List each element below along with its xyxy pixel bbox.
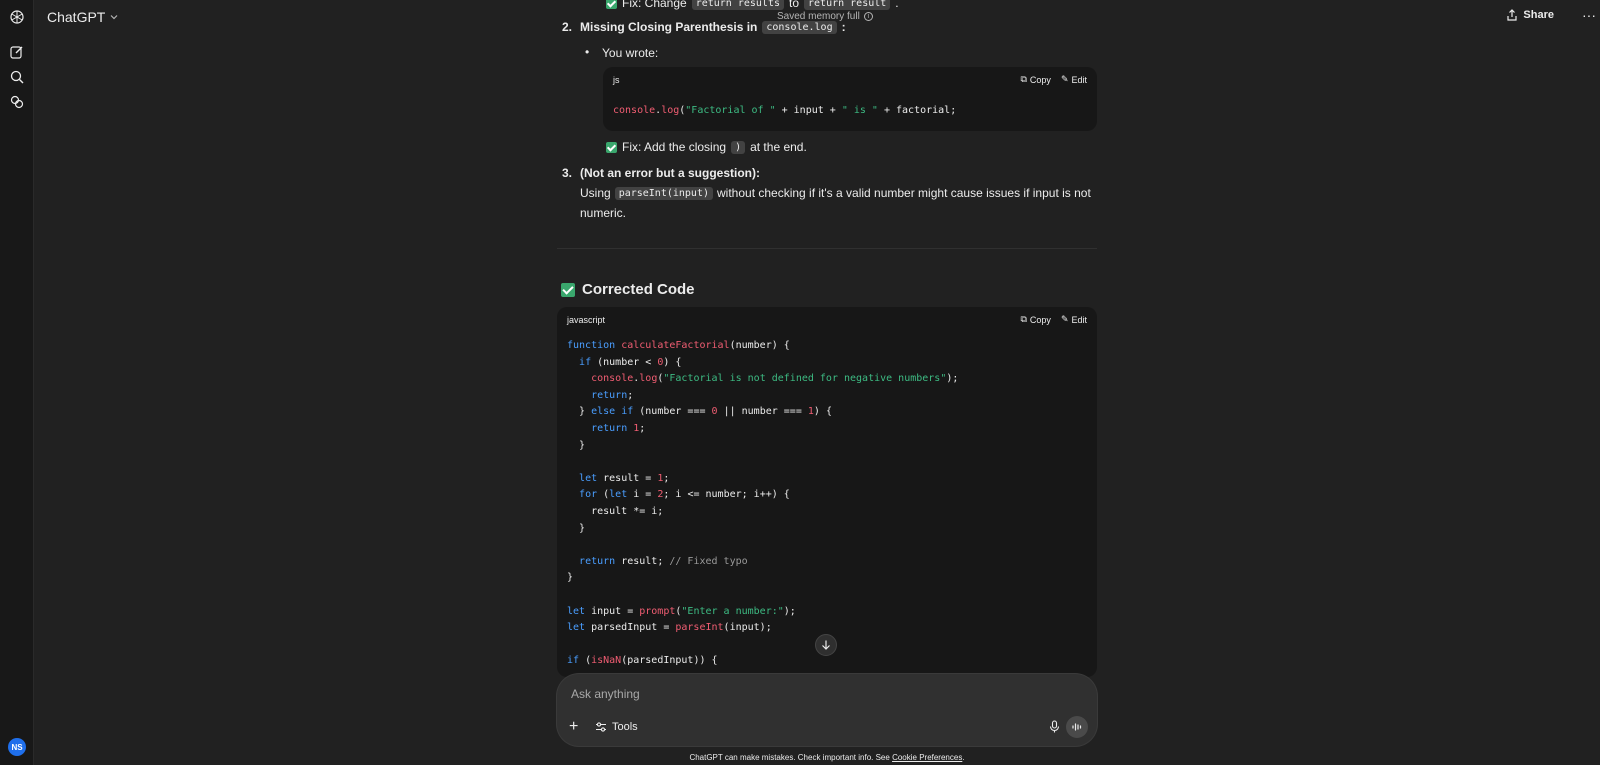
item3-line2: numeric.: [580, 206, 627, 220]
fix2-suffix: at the end.: [750, 140, 807, 154]
model-selector[interactable]: ChatGPT: [47, 9, 119, 25]
info-icon: i: [863, 12, 873, 21]
left-rail: NS: [0, 0, 34, 765]
section-title: Corrected Code: [582, 281, 695, 298]
list-number-3: 3.: [562, 166, 573, 180]
item2-heading: Missing Closing Parenthesis in console.l…: [580, 20, 846, 34]
tools-button[interactable]: Tools: [595, 721, 638, 733]
inline-code: return result: [804, 0, 891, 10]
copy-button[interactable]: ⧉ Copy: [1020, 314, 1050, 325]
waveform-icon: [1072, 723, 1082, 731]
item3-post: without checking if it's a valid number …: [717, 186, 1091, 200]
section-heading: Corrected Code: [561, 281, 695, 298]
list-number-2: 2.: [562, 20, 573, 34]
fix1-end: .: [895, 0, 899, 10]
code-actions: ⧉ Copy ✎ Edit: [1020, 314, 1087, 325]
copy-icon: ⧉: [1020, 314, 1027, 324]
check-icon: [606, 141, 617, 153]
tools-label: Tools: [612, 721, 638, 733]
app-title: ChatGPT: [47, 9, 106, 25]
share-label: Share: [1523, 9, 1554, 21]
code-header: js ⧉ Copy ✎ Edit: [603, 67, 1097, 93]
check-icon: [561, 282, 575, 297]
share-button[interactable]: Share: [1506, 9, 1554, 21]
scroll-down-button[interactable]: [815, 634, 837, 656]
disclaimer-text: ChatGPT can make mistakes. Check importa…: [689, 753, 890, 762]
item3-title: (Not an error but a suggestion):: [580, 166, 760, 180]
inline-code: ): [731, 140, 746, 154]
copy-label: Copy: [1029, 314, 1051, 325]
more-options-icon[interactable]: ···: [1582, 7, 1596, 23]
item2-colon: :: [841, 20, 846, 34]
fix1-prefix: Fix: Change: [622, 0, 687, 10]
inline-code: return results: [691, 0, 784, 10]
copy-label: Copy: [1029, 74, 1051, 85]
divider: [557, 248, 1097, 249]
microphone-icon[interactable]: [1048, 720, 1061, 736]
avatar[interactable]: NS: [8, 738, 26, 756]
edit-icon: ✎: [1060, 74, 1069, 84]
fix2-prefix: Fix: Add the closing: [622, 140, 727, 154]
edit-label: Edit: [1071, 74, 1087, 85]
copy-icon: ⧉: [1020, 74, 1027, 84]
code-block-corrected: javascript ⧉ Copy ✎ Edit function calculat…: [557, 307, 1097, 677]
item3-line1: Using parseInt(input) without checking i…: [580, 186, 1091, 200]
voice-mode-button[interactable]: [1066, 716, 1088, 738]
item2-title: Missing Closing Parenthesis in: [580, 20, 758, 34]
chevron-down-icon: [110, 15, 118, 20]
edit-icon: ✎: [1060, 314, 1069, 324]
edit-button[interactable]: ✎ Edit: [1061, 74, 1087, 85]
arrow-down-icon: [822, 640, 830, 650]
prompt-input[interactable]: Ask anything: [571, 687, 640, 701]
inline-code: console.log: [762, 20, 837, 34]
disclaimer: ChatGPT can make mistakes. Check importa…: [557, 753, 1097, 762]
check-icon: [606, 0, 617, 9]
plus-icon[interactable]: +: [569, 718, 578, 736]
fix-line-2: Fix: Add the closing ) at the end.: [606, 140, 807, 154]
fix-line-1: Fix: Change return results to return res…: [606, 0, 899, 10]
share-icon: [1507, 9, 1518, 21]
new-chat-icon[interactable]: [9, 44, 25, 60]
cookie-preferences-link[interactable]: Cookie Preferences: [892, 753, 962, 762]
code-content: function calculateFactorial(number) { if…: [567, 340, 959, 667]
search-icon[interactable]: [9, 69, 25, 85]
code-content: console.log("Factorial of " + input + " …: [613, 105, 957, 116]
item3-pre: Using: [580, 186, 611, 200]
code-actions: ⧉ Copy ✎ Edit: [1020, 74, 1087, 85]
edit-label: Edit: [1071, 314, 1087, 325]
fix1-mid: to: [789, 0, 800, 10]
inline-code: parseInt(input): [614, 186, 713, 200]
code-block-snippet: js ⧉ Copy ✎ Edit console.log("Factorial of…: [603, 67, 1097, 131]
copy-button[interactable]: ⧉ Copy: [1020, 74, 1050, 85]
composer[interactable]: Ask anything + Tools: [557, 674, 1097, 746]
bullet-dot: •: [585, 45, 590, 59]
edit-button[interactable]: ✎ Edit: [1061, 314, 1087, 325]
code-header: javascript ⧉ Copy ✎ Edit: [557, 307, 1097, 333]
library-icon[interactable]: [9, 94, 25, 110]
openai-logo-icon[interactable]: [9, 9, 25, 25]
code-language: javascript: [567, 315, 606, 325]
item2-bullet: You wrote:: [602, 46, 659, 60]
disclaimer-end: .: [962, 753, 965, 762]
code-language: js: [613, 75, 620, 85]
sliders-icon: [596, 722, 606, 732]
